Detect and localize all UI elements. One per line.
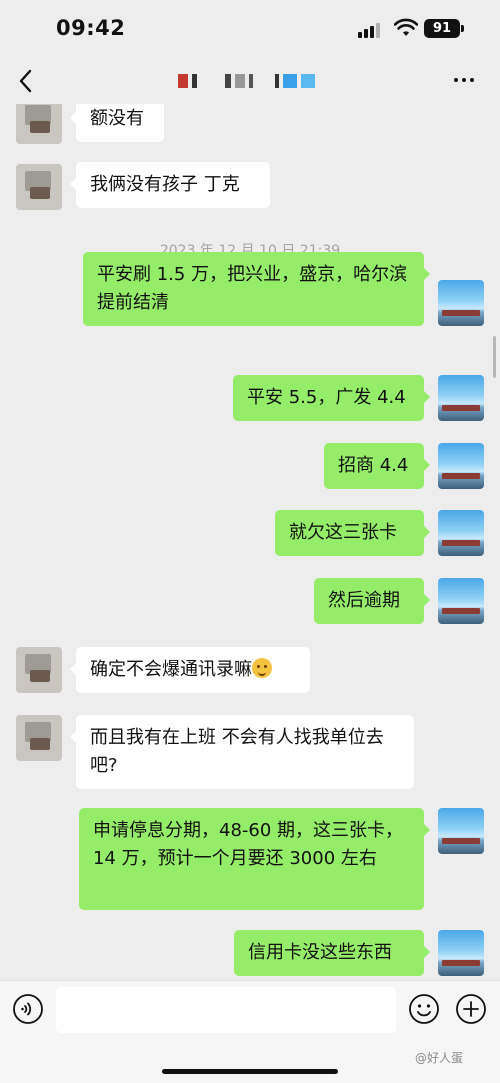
message-text: 招商 4.4 [338, 455, 409, 476]
sweat-smile-emoji-icon [252, 658, 272, 678]
wifi-icon [394, 18, 418, 36]
chat-title-redacted [178, 74, 315, 88]
message-bubble[interactable]: 就欠这三张卡 [275, 510, 430, 556]
message-text: 平安刷 1.5 万，把兴业，盛京，哈尔滨提前结清 [97, 264, 408, 313]
message-bubble[interactable]: 然后逾期 [314, 578, 430, 624]
message-text: 我俩没有孩子 丁克 [90, 174, 240, 195]
message-bubble[interactable]: 额没有 [70, 104, 164, 142]
emoji-icon[interactable] [408, 993, 440, 1025]
message-text: 然后逾期 [328, 590, 400, 611]
contact-avatar[interactable] [16, 164, 62, 210]
message-input[interactable] [56, 987, 396, 1033]
user-avatar[interactable] [438, 443, 484, 489]
user-avatar[interactable] [438, 930, 484, 976]
message-text: 信用卡没这些东西 [248, 942, 392, 963]
message-bubble[interactable]: 招商 4.4 [324, 443, 430, 489]
message-bubble[interactable]: 确定不会爆通讯录嘛 [70, 647, 310, 693]
message-bubble[interactable]: 而且我有在上班 不会有人找我单位去吧? [70, 715, 414, 789]
user-avatar[interactable] [438, 375, 484, 421]
message-text: 确定不会爆通讯录嘛 [90, 659, 252, 680]
message-text: 就欠这三张卡 [289, 522, 397, 543]
plus-icon[interactable] [455, 993, 487, 1025]
message-text: 平安 5.5，广发 4.4 [247, 387, 406, 408]
message-text: 申请停息分期，48-60 期，这三张卡，14 万，预计一个月要还 3000 左右 [93, 820, 404, 869]
status-time: 09:42 [56, 16, 126, 40]
input-bar: @好人蛋 [0, 980, 500, 1083]
user-avatar[interactable] [438, 510, 484, 556]
watermark: @好人蛋 [415, 1051, 464, 1065]
ellipsis-icon[interactable] [454, 78, 474, 82]
chat-area[interactable]: 额没有 我俩没有孩子 丁克 2023 年 12 月 10 日 21:39 平安刷… [0, 104, 500, 980]
message-text: 而且我有在上班 不会有人找我单位去吧? [90, 727, 384, 776]
status-bar: 09:42 91 [0, 0, 500, 58]
contact-avatar[interactable] [16, 647, 62, 693]
battery-icon: 91 [424, 19, 460, 38]
user-avatar[interactable] [438, 808, 484, 854]
message-bubble[interactable]: 信用卡没这些东西 [234, 930, 430, 976]
user-avatar[interactable] [438, 578, 484, 624]
message-bubble[interactable]: 申请停息分期，48-60 期，这三张卡，14 万，预计一个月要还 3000 左右 [79, 808, 430, 910]
contact-avatar[interactable] [16, 715, 62, 761]
message-bubble[interactable]: 我俩没有孩子 丁克 [70, 162, 270, 208]
nav-bar [0, 58, 500, 104]
chevron-left-icon[interactable] [16, 68, 36, 94]
message-bubble[interactable]: 平安 5.5，广发 4.4 [233, 375, 430, 421]
contact-avatar[interactable] [16, 104, 62, 144]
voice-icon[interactable] [12, 993, 44, 1025]
scrollbar[interactable] [493, 336, 496, 378]
message-text: 额没有 [90, 108, 144, 129]
signal-icon [358, 22, 380, 38]
message-bubble[interactable]: 平安刷 1.5 万，把兴业，盛京，哈尔滨提前结清 [83, 252, 430, 326]
battery-level: 91 [432, 21, 452, 36]
battery-nub [461, 25, 464, 32]
user-avatar[interactable] [438, 280, 484, 326]
home-indicator[interactable] [162, 1069, 338, 1074]
